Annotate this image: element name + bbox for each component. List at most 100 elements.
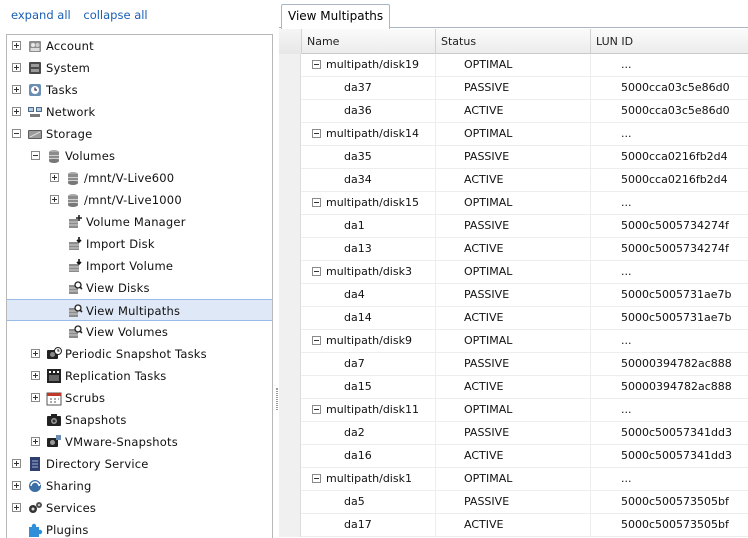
tree-item-label: Storage — [46, 127, 93, 141]
tree-item-tasks[interactable]: Tasks — [7, 79, 272, 101]
multipath-group-row[interactable]: multipath/disk1 OPTIMAL... — [279, 468, 748, 491]
expand-toggle-icon[interactable] — [12, 503, 21, 512]
tree-item-plugins[interactable]: Plugins — [7, 519, 272, 538]
cell-name: da2 — [301, 422, 435, 445]
cell-status: PASSIVE — [435, 353, 590, 376]
tree-item-vmware-snapshots[interactable]: VMware-Snapshots — [7, 431, 272, 453]
row-number-cell — [279, 261, 301, 284]
tree-item-view-volumes[interactable]: View Volumes — [7, 321, 272, 343]
splitter-grip[interactable] — [276, 388, 278, 410]
cell-lun-id: 5000c500573505bf — [590, 514, 748, 537]
multipath-group-row[interactable]: multipath/disk3 OPTIMAL... — [279, 261, 748, 284]
disk-row[interactable]: da1 PASSIVE 5000c5005734274f — [279, 215, 748, 238]
cell-name-text: multipath/disk14 — [326, 127, 419, 140]
tree-item-mnt-v-live1000[interactable]: /mnt/V-Live1000 — [7, 189, 272, 211]
collapse-toggle-icon[interactable] — [12, 129, 21, 138]
column-header-name[interactable]: Name — [301, 29, 435, 54]
tree-item-import-volume[interactable]: Import Volume — [7, 255, 272, 277]
expand-toggle-icon[interactable] — [12, 481, 21, 490]
collapse-group-icon[interactable] — [312, 474, 321, 483]
cell-lun-id: ... — [590, 123, 748, 146]
row-number-cell — [279, 376, 301, 399]
disk-row[interactable]: da37 PASSIVE 5000cca03c5e86d0 — [279, 77, 748, 100]
multipath-group-row[interactable]: multipath/disk14 OPTIMAL... — [279, 123, 748, 146]
multipath-group-row[interactable]: multipath/disk15 OPTIMAL... — [279, 192, 748, 215]
tree-item-account[interactable]: Account — [7, 35, 272, 57]
storage-icon — [27, 126, 43, 142]
tree-item-volume-manager[interactable]: Volume Manager — [7, 211, 272, 233]
disk-row[interactable]: da14 ACTIVE 5000c5005731ae7b — [279, 307, 748, 330]
expand-toggle-icon[interactable] — [12, 459, 21, 468]
collapse-group-icon[interactable] — [312, 405, 321, 414]
disk-row[interactable]: da4 PASSIVE 5000c5005731ae7b — [279, 284, 748, 307]
collapse-group-icon[interactable] — [312, 267, 321, 276]
multipath-group-row[interactable]: multipath/disk19 OPTIMAL... — [279, 54, 748, 77]
collapse-group-icon[interactable] — [312, 60, 321, 69]
tree-item-label: Import Disk — [86, 237, 155, 251]
tree-item-system[interactable]: System — [7, 57, 272, 79]
disk-row[interactable]: da35 PASSIVE 5000cca0216fb2d4 — [279, 146, 748, 169]
disk-row[interactable]: da7 PASSIVE 50000394782ac888 — [279, 353, 748, 376]
collapse-group-icon[interactable] — [312, 198, 321, 207]
cell-status: ACTIVE — [435, 376, 590, 399]
tree-item-sharing[interactable]: Sharing — [7, 475, 272, 497]
disk-row[interactable]: da13 ACTIVE 5000c5005734274f — [279, 238, 748, 261]
disk-row[interactable]: da17 ACTIVE 5000c500573505bf — [279, 514, 748, 537]
cell-name-text: da15 — [344, 380, 372, 393]
cell-status: ACTIVE — [435, 307, 590, 330]
cell-lun-id: 5000c5005734274f — [590, 215, 748, 238]
tab-view-multipaths[interactable]: View Multipaths — [281, 4, 391, 29]
tree-item-snapshots[interactable]: Snapshots — [7, 409, 272, 431]
tree-item-services[interactable]: Services — [7, 497, 272, 519]
expand-toggle-icon[interactable] — [50, 173, 59, 182]
tree-item-label: Import Volume — [86, 259, 174, 273]
collapse-group-icon[interactable] — [312, 336, 321, 345]
tree-item-label: Services — [46, 501, 97, 515]
expand-all-link[interactable]: expand all — [11, 8, 71, 22]
tree-item-directory-service[interactable]: Directory Service — [7, 453, 272, 475]
cell-status: PASSIVE — [435, 284, 590, 307]
multipath-group-row[interactable]: multipath/disk9 OPTIMAL... — [279, 330, 748, 353]
tree-item-replication-tasks[interactable]: Replication Tasks — [7, 365, 272, 387]
expand-toggle-icon[interactable] — [50, 195, 59, 204]
cell-name-text: da17 — [344, 518, 372, 531]
cell-name: multipath/disk3 — [301, 261, 435, 284]
disk-row[interactable]: da34 ACTIVE 5000cca0216fb2d4 — [279, 169, 748, 192]
tree-item-mnt-v-live600[interactable]: /mnt/V-Live600 — [7, 167, 272, 189]
column-header-lun-id[interactable]: LUN ID — [590, 29, 748, 54]
expand-toggle-icon[interactable] — [31, 393, 40, 402]
tree-item-volumes[interactable]: Volumes — [7, 145, 272, 167]
tree-item-storage[interactable]: Storage — [7, 123, 272, 145]
expand-toggle-icon[interactable] — [31, 371, 40, 380]
view-volumes-icon — [67, 324, 83, 340]
collapse-toggle-icon[interactable] — [31, 151, 40, 160]
collapse-group-icon[interactable] — [312, 129, 321, 138]
cell-status: OPTIMAL — [435, 468, 590, 491]
tree-item-import-disk[interactable]: Import Disk — [7, 233, 272, 255]
expand-toggle-icon[interactable] — [12, 63, 21, 72]
cell-name-text: multipath/disk1 — [326, 472, 412, 485]
tree-item-view-disks[interactable]: View Disks — [7, 277, 272, 299]
tree-item-network[interactable]: Network — [7, 101, 272, 123]
row-number-cell — [279, 123, 301, 146]
expand-toggle-icon[interactable] — [12, 85, 21, 94]
collapse-all-link[interactable]: collapse all — [83, 8, 147, 22]
expand-toggle-icon[interactable] — [31, 349, 40, 358]
expand-toggle-icon[interactable] — [31, 437, 40, 446]
disk-row[interactable]: da16 ACTIVE 5000c50057341dd3 — [279, 445, 748, 468]
disk-row[interactable]: da2 PASSIVE 5000c50057341dd3 — [279, 422, 748, 445]
expand-toggle-icon[interactable] — [12, 107, 21, 116]
expand-toggle-icon[interactable] — [12, 41, 21, 50]
tree-item-view-multipaths[interactable]: View Multipaths — [7, 299, 272, 321]
disk-row[interactable]: da36 ACTIVE 5000cca03c5e86d0 — [279, 100, 748, 123]
cell-name: da17 — [301, 514, 435, 537]
tree-item-scrubs[interactable]: Scrubs — [7, 387, 272, 409]
navigation-panel: expand all collapse all Account System Tas… — [0, 0, 276, 538]
disk-row[interactable]: da5 PASSIVE 5000c500573505bf — [279, 491, 748, 514]
view-disks-icon — [67, 280, 83, 296]
tree-item-periodic-snapshot-tasks[interactable]: Periodic Snapshot Tasks — [7, 343, 272, 365]
column-header-status[interactable]: Status — [435, 29, 590, 54]
disk-row[interactable]: da15 ACTIVE 50000394782ac888 — [279, 376, 748, 399]
tree-item-label: Volume Manager — [86, 215, 186, 229]
multipath-group-row[interactable]: multipath/disk11 OPTIMAL... — [279, 399, 748, 422]
